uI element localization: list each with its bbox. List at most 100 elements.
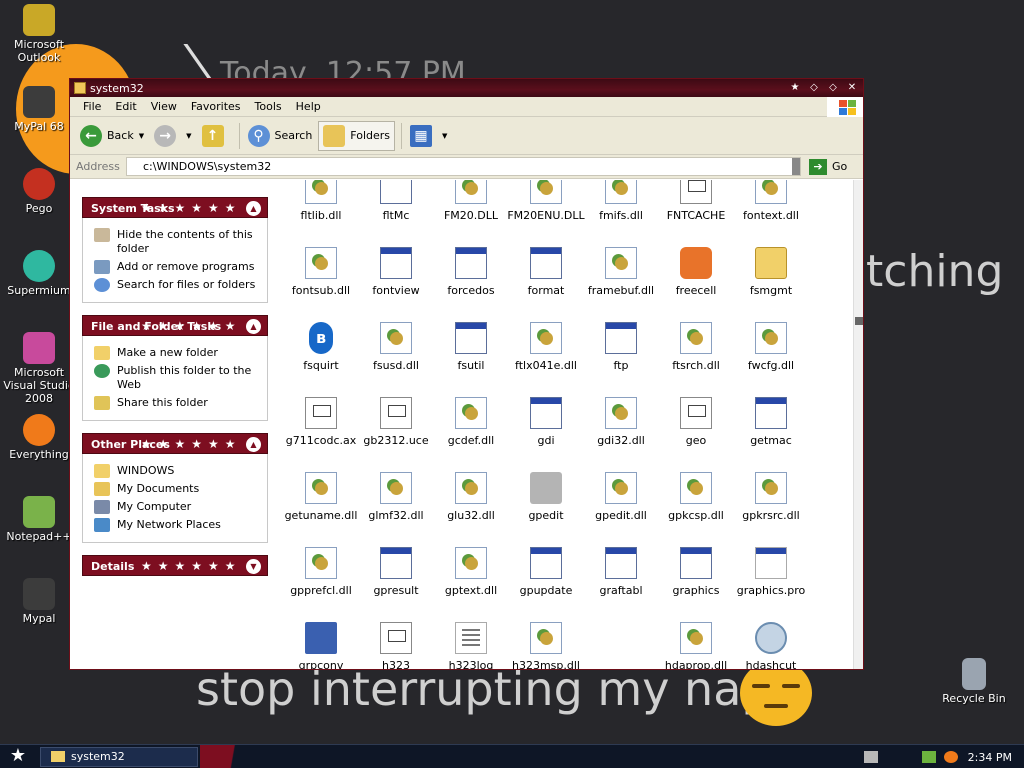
desktop-icon-outlook[interactable]: Microsoft Outlook xyxy=(1,4,77,64)
file-item[interactable]: gb2312.uce xyxy=(353,397,439,447)
task-add-remove-programs[interactable]: Add or remove programs xyxy=(94,260,261,274)
taskbar-task-system32[interactable]: system32 xyxy=(40,746,198,767)
network-tray-icon[interactable] xyxy=(921,751,936,763)
file-item[interactable]: fontsub.dll xyxy=(280,247,364,297)
file-item[interactable]: fontview xyxy=(353,247,439,297)
desktop-icon-pego[interactable]: Pego xyxy=(1,168,77,215)
task-share-folder[interactable]: Share this folder xyxy=(94,396,261,410)
file-item[interactable]: gpprefcl.dll xyxy=(280,547,364,597)
forward-button[interactable]: → ▼ xyxy=(150,121,195,151)
task-new-folder[interactable]: Make a new folder xyxy=(94,346,261,360)
menu-favorites[interactable]: Favorites xyxy=(184,100,248,113)
task-publish-web[interactable]: Publish this folder to the Web xyxy=(94,364,261,392)
file-item[interactable]: fontext.dll xyxy=(728,180,814,222)
file-item[interactable]: getuname.dll xyxy=(280,472,364,522)
file-item[interactable]: ftsrch.dll xyxy=(653,322,739,372)
file-item[interactable]: gpupdate xyxy=(503,547,589,597)
file-item[interactable]: fmifs.dll xyxy=(578,180,664,222)
file-item[interactable]: fltlib.dll xyxy=(280,180,364,222)
search-tray-icon[interactable] xyxy=(943,751,958,763)
start-button[interactable]: ★ xyxy=(0,745,36,768)
file-item[interactable]: FM20.DLL xyxy=(428,180,514,222)
file-item[interactable]: gpedit xyxy=(503,472,589,522)
go-button[interactable]: ➔ Go xyxy=(809,158,847,175)
place-my-computer[interactable]: My Computer xyxy=(94,500,261,514)
address-input[interactable]: c:\WINDOWS\system32 xyxy=(126,157,801,176)
file-item[interactable]: graphics.pro xyxy=(728,547,814,597)
expand-icon[interactable]: ▼ xyxy=(246,559,261,574)
file-item[interactable]: fwcfg.dll xyxy=(728,322,814,372)
file-item[interactable]: freecell xyxy=(653,247,739,297)
collapse-icon[interactable]: ▲ xyxy=(246,319,261,334)
back-button[interactable]: ← Back ▼ xyxy=(76,121,148,151)
file-item[interactable]: FNTCACHE xyxy=(653,180,739,222)
file-item[interactable]: format xyxy=(503,247,589,297)
vertical-scrollbar[interactable] xyxy=(853,180,863,669)
file-item[interactable]: grpconv xyxy=(280,622,364,669)
scrollbar-thumb[interactable] xyxy=(855,317,863,325)
minimize-button[interactable]: ◇ xyxy=(806,81,822,95)
file-item[interactable]: gptext.dll xyxy=(428,547,514,597)
desktop-icon-supermium[interactable]: Supermium xyxy=(1,250,77,297)
file-item[interactable]: hdaprop.dll xyxy=(653,622,739,669)
desktop-icon-everything[interactable]: Everything xyxy=(1,414,77,461)
file-item[interactable]: fsusd.dll xyxy=(353,322,439,372)
file-item[interactable]: gdi xyxy=(503,397,589,447)
address-dropdown[interactable] xyxy=(792,158,800,175)
file-item[interactable]: gdi32.dll xyxy=(578,397,664,447)
task-search-files[interactable]: Search for files or folders xyxy=(94,278,261,292)
details-header[interactable]: ★★★★★★ Details ▼ xyxy=(82,555,268,576)
file-item[interactable]: graftabl xyxy=(578,547,664,597)
file-item[interactable]: geo xyxy=(653,397,739,447)
file-item[interactable]: hdashcut xyxy=(728,622,814,669)
file-item[interactable]: g711codc.ax xyxy=(280,397,364,447)
place-windows[interactable]: WINDOWS xyxy=(94,464,261,478)
file-item[interactable]: gpkcsp.dll xyxy=(653,472,739,522)
menu-tools[interactable]: Tools xyxy=(248,100,289,113)
search-button[interactable]: ⚲ Search xyxy=(244,121,317,151)
up-folder-button[interactable]: ↑ xyxy=(198,121,233,151)
keyboard-icon[interactable] xyxy=(863,751,878,763)
file-item[interactable]: gpkrsrc.dll xyxy=(728,472,814,522)
menu-edit[interactable]: Edit xyxy=(108,100,143,113)
desktop-icon-mypal[interactable]: Mypal xyxy=(1,578,77,625)
file-item[interactable]: fltMc xyxy=(353,180,439,222)
file-folder-tasks-header[interactable]: ★★★★★★ File and Folder Tasks ▲ xyxy=(82,315,268,336)
file-item[interactable]: glmf32.dll xyxy=(353,472,439,522)
views-button[interactable]: ▦ ▼ xyxy=(406,121,451,151)
file-item[interactable]: ʙ fsquirt xyxy=(280,322,364,372)
file-item[interactable]: gcdef.dll xyxy=(428,397,514,447)
file-item[interactable]: h323log xyxy=(428,622,514,669)
file-item[interactable]: h323 xyxy=(353,622,439,669)
menu-view[interactable]: View xyxy=(144,100,184,113)
file-item[interactable]: ftp xyxy=(578,322,664,372)
file-item[interactable]: framebuf.dll xyxy=(578,247,664,297)
task-hide-contents[interactable]: Hide the contents of this folder xyxy=(94,228,261,256)
place-my-network-places[interactable]: My Network Places xyxy=(94,518,261,532)
file-item[interactable]: gpresult xyxy=(353,547,439,597)
file-item[interactable]: forcedos xyxy=(428,247,514,297)
place-my-documents[interactable]: My Documents xyxy=(94,482,261,496)
file-item[interactable]: glu32.dll xyxy=(428,472,514,522)
file-item[interactable]: ftlx041e.dll xyxy=(503,322,589,372)
file-item[interactable]: h323msp.dll xyxy=(503,622,589,669)
folders-button[interactable]: Folders xyxy=(318,120,396,151)
close-button[interactable]: ✕ xyxy=(844,81,860,95)
file-item[interactable]: gpedit.dll xyxy=(578,472,664,522)
file-item[interactable]: FM20ENU.DLL xyxy=(503,180,589,222)
desktop-icon-notepad-plus-plus[interactable]: Notepad++ xyxy=(1,496,77,543)
file-item[interactable]: graphics xyxy=(653,547,739,597)
menu-file[interactable]: File xyxy=(76,100,108,113)
desktop-icon-mypal68[interactable]: MyPal 68 xyxy=(1,86,77,133)
collapse-icon[interactable]: ▲ xyxy=(246,437,261,452)
desktop-icon-recycle-bin[interactable]: Recycle Bin xyxy=(936,658,1012,705)
window-titlebar[interactable]: system32 ★ ◇ ◇ ✕ xyxy=(70,79,863,97)
other-places-header[interactable]: ★★★★★★ Other Places ▲ xyxy=(82,433,268,454)
file-item[interactable]: fsutil xyxy=(428,322,514,372)
file-item[interactable]: fsmgmt xyxy=(728,247,814,297)
menu-help[interactable]: Help xyxy=(289,100,328,113)
system-tasks-header[interactable]: ★★★★★★ System Tasks ▲ xyxy=(82,197,268,218)
maximize-button[interactable]: ◇ xyxy=(825,81,841,95)
desktop-icon-visual-studio[interactable]: Microsoft Visual Studio 2008 xyxy=(1,332,77,405)
file-item[interactable]: getmac xyxy=(728,397,814,447)
